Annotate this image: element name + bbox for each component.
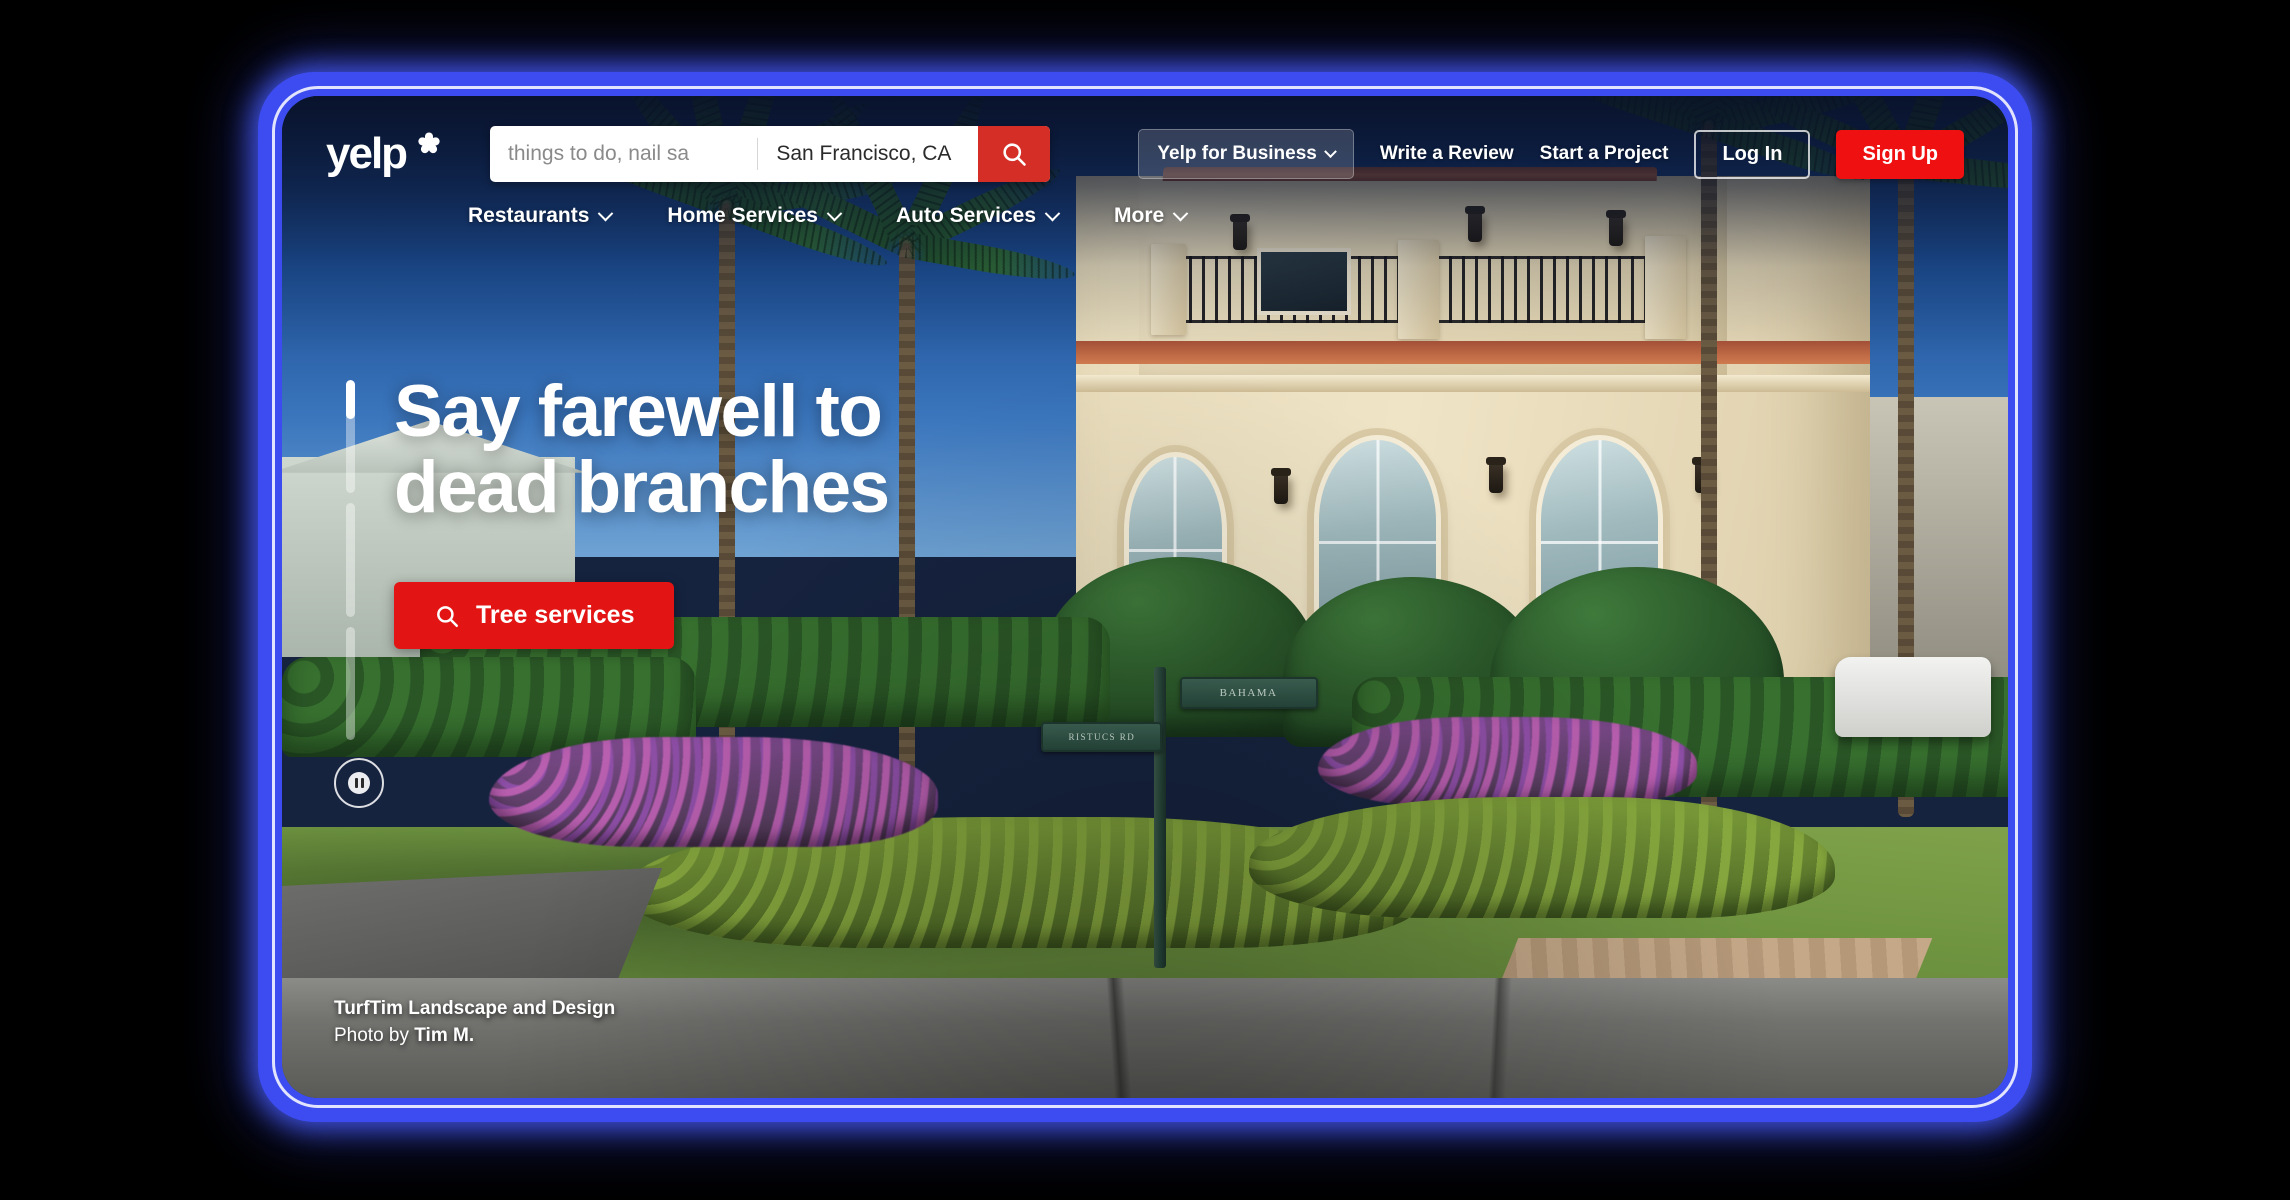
search-submit-button[interactable] <box>978 126 1051 182</box>
carousel-segment-1[interactable] <box>346 380 355 494</box>
flower-bed <box>1317 717 1698 808</box>
chevron-down-icon <box>1172 205 1189 221</box>
road <box>282 977 2008 1098</box>
search-bar <box>490 126 1051 182</box>
carousel-progress <box>346 380 355 740</box>
carousel-pause-button[interactable] <box>334 758 384 808</box>
chevron-down-icon <box>1044 205 1061 221</box>
category-nav: Restaurants Home Services Auto Services … <box>326 204 1964 228</box>
street-sign-cross: RISTUCS RD <box>1041 722 1163 753</box>
palm-tree <box>748 96 1077 818</box>
street-sign-bahama: BAHAMA <box>1179 677 1318 710</box>
parked-car <box>1835 657 1991 738</box>
tree-services-cta-button[interactable]: Tree services <box>394 582 675 649</box>
start-a-project-link[interactable]: Start a Project <box>1540 143 1669 165</box>
nav-restaurants-label: Restaurants <box>468 204 590 227</box>
magnifier-icon <box>1003 143 1026 166</box>
browser-frame: BAHAMA RISTUCS RD yelp things to do, nai… <box>258 72 2032 1122</box>
search-description-input[interactable] <box>490 126 758 182</box>
flower-bed <box>489 737 938 848</box>
nav-home-services[interactable]: Home Services <box>667 204 843 228</box>
yelp-burst-icon <box>412 132 446 168</box>
page-viewport: BAHAMA RISTUCS RD yelp things to do, nai… <box>282 96 2008 1098</box>
chevron-down-icon <box>826 205 843 221</box>
chevron-down-icon <box>1324 144 1337 158</box>
nav-auto-services-label: Auto Services <box>895 204 1037 227</box>
sign-up-button[interactable]: Sign Up <box>1836 129 1964 179</box>
yelp-logo[interactable]: yelp <box>326 129 446 179</box>
search-location-input[interactable] <box>758 126 979 182</box>
chevron-down-icon <box>598 205 614 221</box>
border-shrubs <box>1248 797 1836 918</box>
carousel-segment-3[interactable] <box>346 626 355 740</box>
carousel-segment-2[interactable] <box>346 503 355 617</box>
nav-more[interactable]: More <box>1114 204 1189 228</box>
yelp-for-business-menu[interactable]: Yelp for Business <box>1138 129 1354 179</box>
yelp-for-business-label: Yelp for Business <box>1157 143 1317 164</box>
log-in-button[interactable]: Log In <box>1694 129 1811 179</box>
logo-wordmark: yelp <box>326 129 408 179</box>
magnifier-icon <box>437 605 458 627</box>
nav-auto-services[interactable]: Auto Services <box>895 204 1061 228</box>
street-sign-post <box>1153 667 1166 968</box>
write-a-review-link[interactable]: Write a Review <box>1380 143 1514 165</box>
tree-services-cta-label: Tree services <box>476 601 635 629</box>
nav-home-services-label: Home Services <box>667 204 818 227</box>
pause-icon <box>348 772 370 794</box>
nav-more-label: More <box>1114 204 1165 227</box>
site-header: yelp things to do, nail sa San Francisco… <box>282 96 2008 228</box>
nav-restaurants[interactable]: Restaurants <box>468 204 614 228</box>
